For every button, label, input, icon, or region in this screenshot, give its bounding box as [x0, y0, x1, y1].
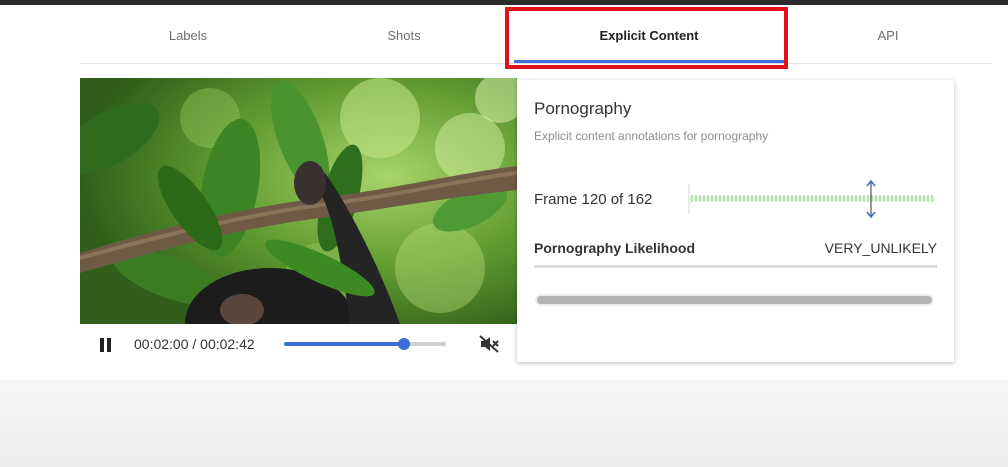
seek-bar-thumb[interactable] — [397, 338, 410, 350]
tab-api[interactable]: API — [780, 6, 996, 64]
frame-counter: Frame 120 of 162 — [534, 191, 653, 208]
tab-shots[interactable]: Shots — [296, 6, 512, 64]
video-player[interactable] — [80, 78, 517, 324]
timeline-ticks — [691, 195, 933, 202]
card-title: Pornography — [534, 99, 632, 118]
muted-speaker-icon[interactable] — [478, 334, 500, 354]
tab-labels[interactable]: Labels — [80, 6, 296, 64]
card-subtitle: Explicit content annotations for pornogr… — [534, 129, 769, 143]
window-top-bar — [0, 0, 1008, 5]
likelihood-value: VERY_UNLIKELY — [824, 240, 937, 256]
explicit-content-card: Pornography Explicit content annotations… — [517, 80, 954, 362]
likelihood-bar — [534, 265, 937, 268]
frame-timeline[interactable] — [687, 180, 937, 218]
seek-bar-progress — [284, 342, 404, 346]
page-footer-band — [0, 380, 1008, 467]
video-controls: 00:02:00 / 00:02:42 — [80, 326, 517, 362]
pause-icon[interactable] — [99, 338, 113, 352]
playback-time: 00:02:00 / 00:02:42 — [134, 336, 255, 352]
red-highlight-annotation — [505, 7, 788, 69]
card-scrollbar[interactable] — [537, 296, 932, 304]
likelihood-label: Pornography Likelihood — [534, 240, 696, 256]
video-frame-image — [80, 78, 517, 324]
seek-bar[interactable] — [284, 338, 446, 350]
